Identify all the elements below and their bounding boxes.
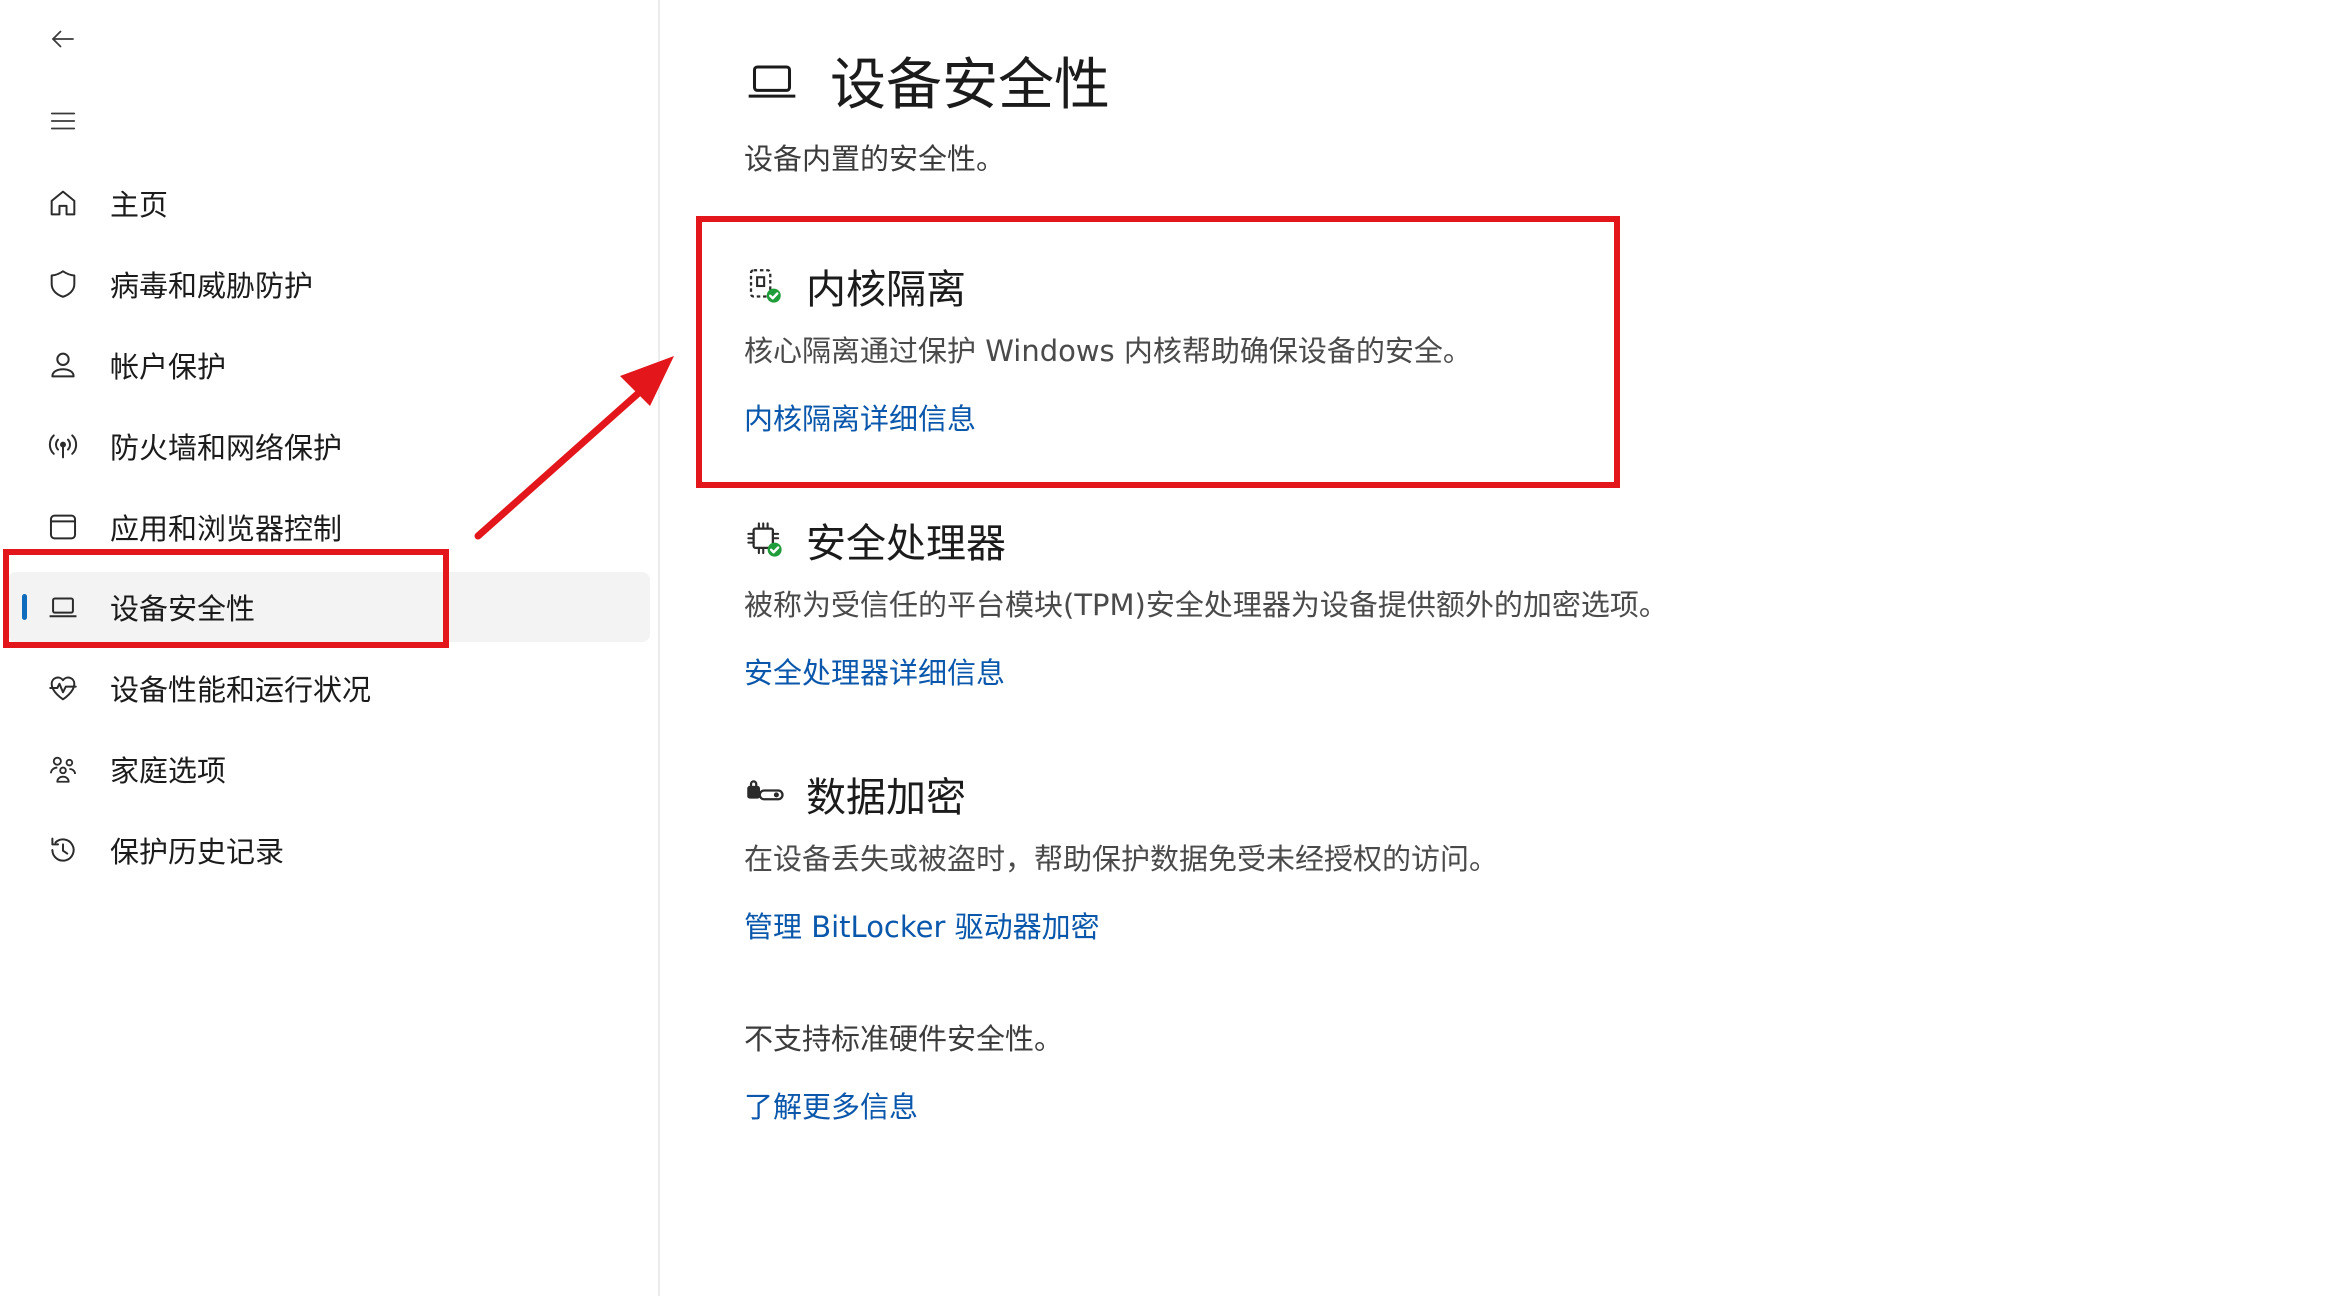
section-core-isolation: 内核隔离 核心隔离通过保护 Windows 内核帮助确保设备的安全。 内核隔离详… <box>744 256 1472 438</box>
laptop-icon <box>748 64 796 98</box>
section-data-encryption: 数据加密 在设备丢失或被盗时，帮助保护数据免受未经授权的访问。 管理 BitLo… <box>744 764 1498 946</box>
core-isolation-check-icon <box>744 265 786 307</box>
section-header: 内核隔离 <box>744 256 1472 316</box>
core-isolation-details-link[interactable]: 内核隔离详细信息 <box>744 396 976 438</box>
main-content: 设备安全性 设备内置的安全性。 内核隔离 核心隔离通过保护 Windows 内核… <box>662 0 2334 1296</box>
section-title: 安全处理器 <box>806 521 1006 567</box>
sidebar-item-label: 帐户保护 <box>110 350 227 384</box>
page-subtitle: 设备内置的安全性。 <box>744 142 1006 176</box>
section-description: 在设备丢失或被盗时，帮助保护数据免受未经授权的访问。 <box>744 842 1499 876</box>
sidebar-item-home[interactable]: 主页 <box>8 168 650 238</box>
security-processor-details-link[interactable]: 安全处理器详细信息 <box>744 650 1005 692</box>
back-arrow-icon <box>52 30 74 48</box>
section-title: 数据加密 <box>806 775 966 821</box>
shield-icon <box>44 265 82 303</box>
sidebar-item-label: 病毒和威胁防护 <box>110 269 314 303</box>
person-icon <box>44 346 82 384</box>
hamburger-menu-icon <box>50 112 76 130</box>
sidebar-item-label: 主页 <box>110 188 169 222</box>
sidebar-item-firewall-network[interactable]: 防火墙和网络保护 <box>8 411 650 481</box>
sidebar-item-family-options[interactable]: 家庭选项 <box>8 734 650 804</box>
wifi-antenna-icon <box>44 427 82 465</box>
section-description: 被称为受信任的平台模块(TPM)安全处理器为设备提供额外的加密选项。 <box>744 588 1668 622</box>
home-icon <box>44 184 82 222</box>
drive-lock-icon <box>744 773 786 815</box>
section-title: 内核隔离 <box>806 267 966 313</box>
app-window: 主页 病毒和威胁防护 帐户保护 防火墙和网络保护 应用和浏览器控制 设备安全性 … <box>0 0 2334 1296</box>
manage-bitlocker-link[interactable]: 管理 BitLocker 驱动器加密 <box>744 904 1100 946</box>
sidebar-item-protection-history[interactable]: 保护历史记录 <box>8 815 650 885</box>
sidebar-item-label: 设备性能和运行状况 <box>110 673 372 707</box>
sidebar: 主页 病毒和威胁防护 帐户保护 防火墙和网络保护 应用和浏览器控制 设备安全性 … <box>0 0 660 1296</box>
learn-more-link[interactable]: 了解更多信息 <box>744 1084 918 1126</box>
menu-button[interactable] <box>36 94 90 148</box>
section-security-processor: 安全处理器 被称为受信任的平台模块(TPM)安全处理器为设备提供额外的加密选项。… <box>744 510 1668 692</box>
sidebar-item-virus-threat-protection[interactable]: 病毒和威胁防护 <box>8 249 650 319</box>
sidebar-item-app-browser-control[interactable]: 应用和浏览器控制 <box>8 492 650 562</box>
app-window-icon <box>44 508 82 546</box>
sidebar-item-device-security[interactable]: 设备安全性 <box>8 572 650 642</box>
sidebar-item-device-performance-health[interactable]: 设备性能和运行状况 <box>8 653 650 723</box>
section-header: 安全处理器 <box>744 510 1668 570</box>
heart-pulse-icon <box>44 669 82 707</box>
sidebar-item-label: 应用和浏览器控制 <box>110 512 343 546</box>
page-header: 设备安全性 <box>744 40 1110 121</box>
sidebar-item-label: 家庭选项 <box>110 754 227 788</box>
section-hardware-security-note: 不支持标准硬件安全性。 了解更多信息 <box>744 1016 1063 1126</box>
sidebar-item-account-protection[interactable]: 帐户保护 <box>8 330 650 400</box>
hardware-security-status-text: 不支持标准硬件安全性。 <box>744 1022 1064 1056</box>
sidebar-item-label: 防火墙和网络保护 <box>110 431 343 465</box>
page-title: 设备安全性 <box>830 53 1110 118</box>
selected-indicator <box>22 594 27 620</box>
back-button[interactable] <box>36 12 90 66</box>
sidebar-item-label: 保护历史记录 <box>110 835 285 869</box>
sidebar-item-label: 设备安全性 <box>110 592 256 626</box>
section-header: 数据加密 <box>744 764 1498 824</box>
history-icon <box>44 831 82 869</box>
laptop-icon <box>44 588 82 626</box>
family-icon <box>44 750 82 788</box>
section-description: 核心隔离通过保护 Windows 内核帮助确保设备的安全。 <box>744 334 1472 368</box>
chip-check-icon <box>744 519 786 561</box>
